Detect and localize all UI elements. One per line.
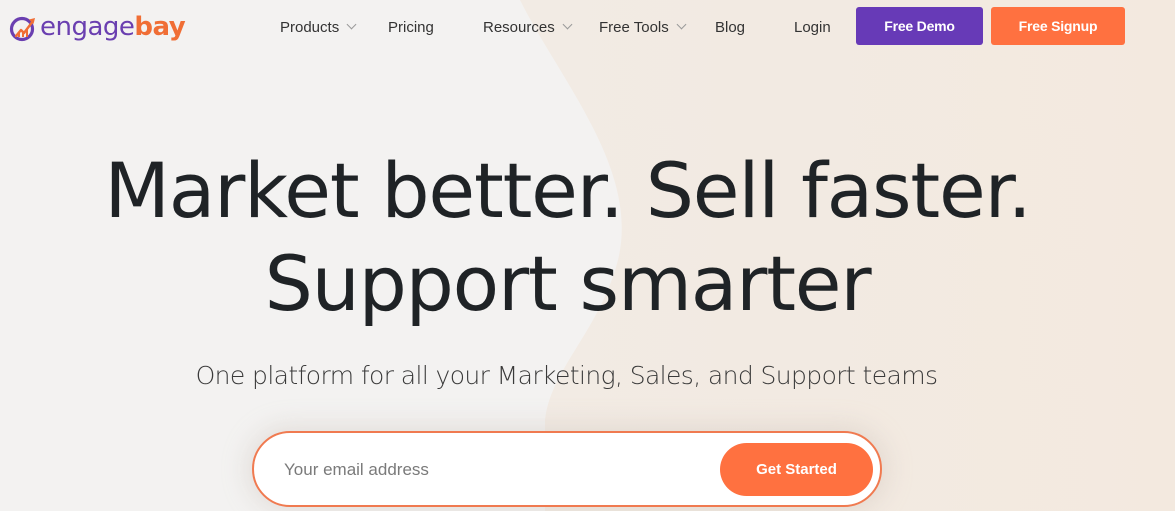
nav-free-tools-label: Free Tools	[599, 18, 669, 36]
growth-chart-circle-icon	[9, 16, 35, 42]
email-signup-form: Get Started	[252, 431, 882, 507]
nav-resources[interactable]: Resources	[483, 17, 573, 37]
chevron-down-icon	[562, 19, 573, 29]
nav-login-label: Login	[794, 18, 831, 36]
logo-wordmark: engagebay	[40, 12, 186, 42]
hero-title: Market better. Sell faster. Support smar…	[0, 144, 1135, 330]
free-signup-button[interactable]: Free Signup	[991, 7, 1125, 45]
free-demo-button[interactable]: Free Demo	[856, 7, 983, 45]
nav-blog[interactable]: Blog	[715, 17, 745, 37]
get-started-button[interactable]: Get Started	[720, 443, 873, 496]
logo-text-engage: engage	[40, 12, 135, 42]
nav-resources-label: Resources	[483, 18, 555, 36]
chevron-down-icon	[676, 19, 687, 29]
nav-login[interactable]: Login	[794, 17, 831, 37]
email-input[interactable]	[284, 453, 704, 487]
logo[interactable]: engagebay	[9, 12, 186, 44]
nav-pricing[interactable]: Pricing	[388, 17, 434, 37]
nav-pricing-label: Pricing	[388, 18, 434, 36]
nav-products[interactable]: Products	[280, 17, 357, 37]
chevron-down-icon	[346, 19, 357, 29]
site-header: engagebay Products Pricing Resources Fre…	[0, 0, 1175, 54]
nav-blog-label: Blog	[715, 18, 746, 36]
logo-text-bay: bay	[134, 12, 186, 42]
nav-products-label: Products	[280, 18, 340, 36]
hero-subtitle: One platform for all your Marketing, Sal…	[195, 361, 938, 390]
hero-title-line-1: Market better. Sell faster.	[104, 146, 1031, 235]
hero-title-line-2: Support smarter	[264, 239, 872, 328]
nav-free-tools[interactable]: Free Tools	[599, 17, 687, 37]
